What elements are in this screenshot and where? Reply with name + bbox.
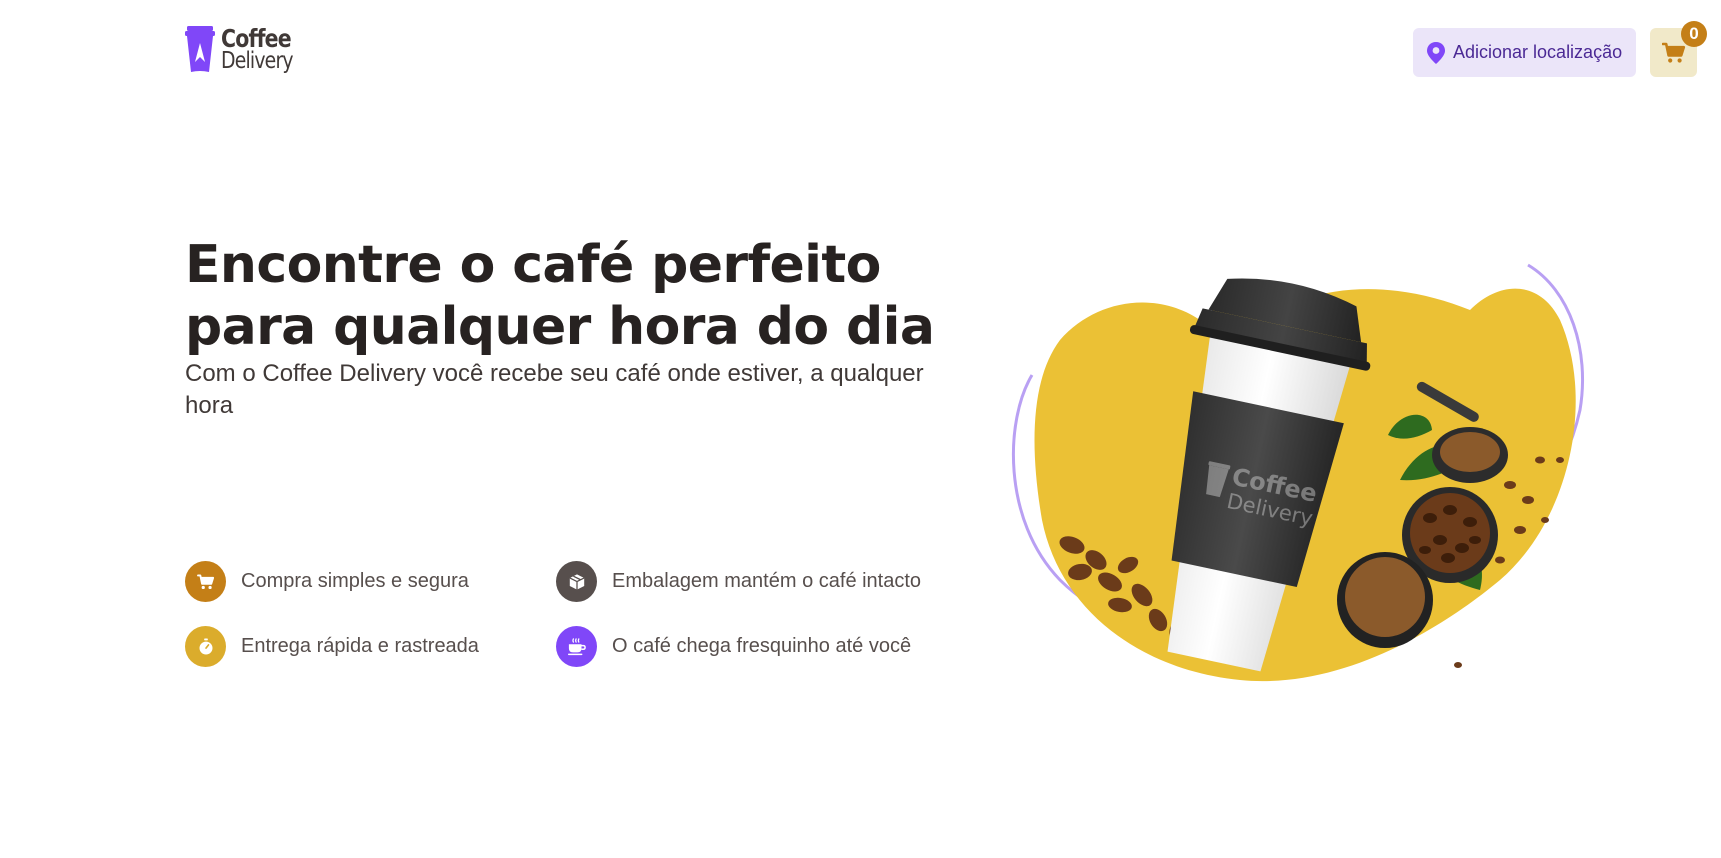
timer-icon (199, 637, 212, 655)
feature-label: Compra simples e segura (241, 570, 469, 592)
feature-label: O café chega fresquinho até você (612, 635, 912, 657)
feature-packaging: Embalagem mantém o café intacto (556, 561, 921, 602)
feature-badge (556, 626, 597, 667)
shopping-cart-icon (1661, 42, 1685, 63)
coffee-delivery-logo[interactable]: Coffee Delivery (185, 26, 308, 74)
feature-badge (185, 561, 226, 602)
bowl-of-ground-coffee (1337, 552, 1433, 648)
add-location-button[interactable]: Adicionar localização (1413, 28, 1636, 77)
hero-subtitle: Com o Coffee Delivery você recebe seu ca… (185, 360, 924, 419)
feature-label: Entrega rápida e rastreada (241, 635, 479, 657)
feature-fresh-coffee: O café chega fresquinho até você (556, 626, 911, 667)
cart-count-badge: 0 (1681, 21, 1707, 47)
map-pin-icon (1427, 41, 1445, 64)
feature-badge (556, 561, 597, 602)
hero-title: Encontre o café perfeito para qualquer h… (185, 235, 935, 357)
coffee-icon (567, 637, 586, 655)
hero-coffee-illustration: Coffee Delivery (1011, 263, 1584, 682)
package-icon (569, 573, 584, 590)
add-location-label: Adicionar localização (1453, 42, 1623, 62)
shopping-cart-icon (196, 574, 214, 589)
feature-label: Embalagem mantém o café intacto (612, 570, 922, 592)
features-list: Compra simples e segura Embalagem mantém… (185, 561, 985, 686)
feature-badge (185, 626, 226, 667)
logo-subtitle: Delivery (221, 47, 294, 74)
feature-fast-delivery: Entrega rápida e rastreada (185, 626, 479, 667)
logo-text: Coffee Delivery (221, 26, 308, 74)
feature-secure-purchase: Compra simples e segura (185, 561, 469, 602)
coffee-cup-logo-icon (185, 26, 215, 72)
